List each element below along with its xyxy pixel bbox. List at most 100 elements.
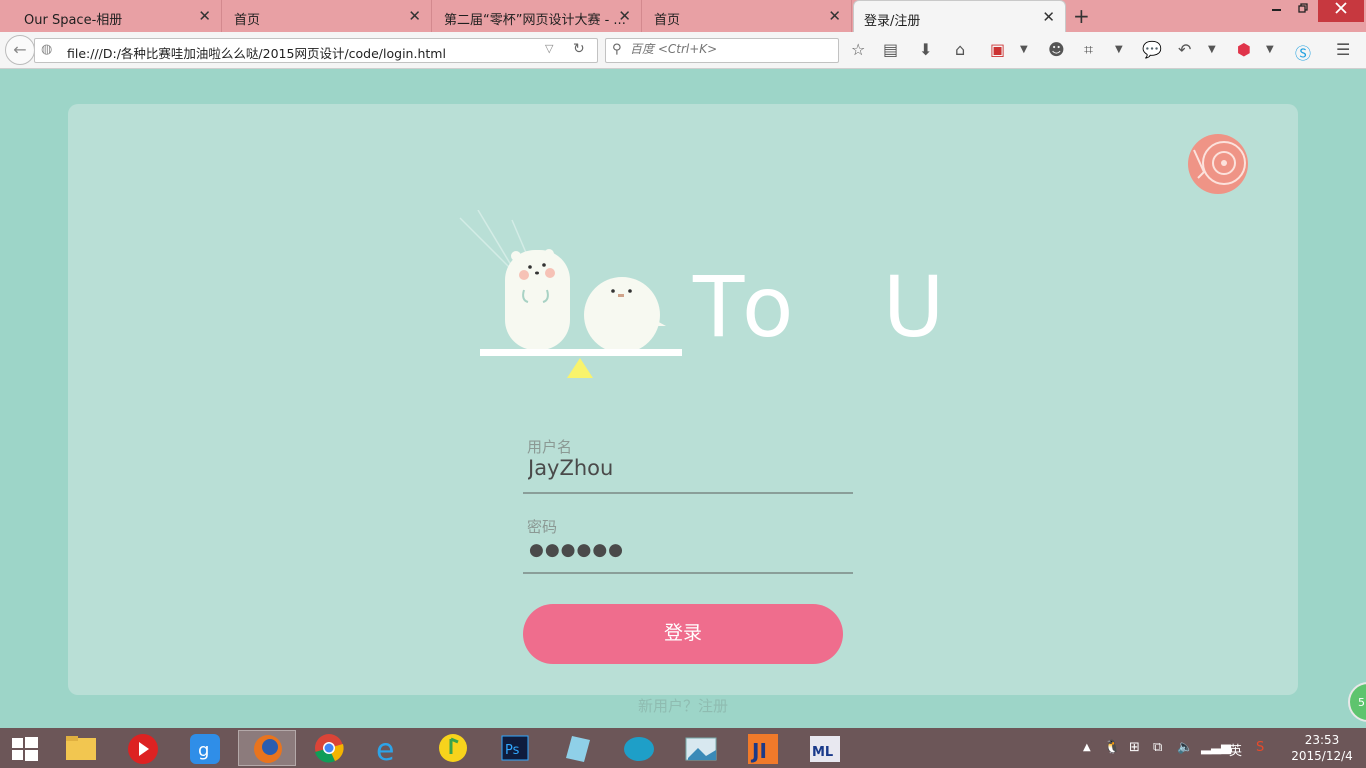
windows-logo-icon (12, 737, 38, 761)
image-viewer-taskbar[interactable] (672, 730, 730, 766)
tab-our-space[interactable]: Our Space-相册 ✕ (0, 0, 222, 32)
tab-close-icon[interactable]: ✕ (1042, 8, 1055, 26)
tab-title: 首页 (654, 13, 681, 28)
username-field[interactable]: 用户名 (523, 436, 853, 494)
svg-text:g: g (198, 740, 209, 761)
crop-dropdown-icon[interactable]: ▼ (1115, 44, 1123, 55)
baidu-taskbar[interactable]: g (176, 730, 234, 766)
photoshop-icon: Ps (501, 735, 529, 761)
browser-app-taskbar[interactable] (610, 730, 668, 766)
red-addon-dropdown-icon[interactable]: ▼ (1266, 44, 1274, 55)
volume-icon[interactable]: 🔈 (1177, 740, 1193, 755)
svg-text:ML: ML (812, 745, 833, 760)
reload-icon[interactable]: ↻ (573, 41, 585, 57)
system-clock[interactable]: 23:53 2015/12/4 (1290, 732, 1354, 764)
firefox-taskbar[interactable] (238, 730, 296, 766)
password-input[interactable]: ●●●●●● (529, 540, 624, 560)
intellij-icon: JI (748, 734, 778, 764)
qq-music-taskbar[interactable] (424, 730, 482, 766)
windows-tray-icon[interactable]: ⊞ (1129, 740, 1140, 755)
photoshop-taskbar[interactable]: Ps (486, 730, 544, 766)
smiley-icon[interactable]: ☻ (1048, 40, 1065, 59)
floating-badge[interactable]: 51 (1348, 682, 1366, 722)
start-button[interactable] (12, 737, 38, 765)
media-app-taskbar[interactable]: ML (796, 730, 854, 766)
restore-button[interactable] (1290, 0, 1316, 22)
firefox-icon (254, 735, 282, 763)
search-box[interactable]: ⚲ (605, 38, 839, 63)
tab-login-register[interactable]: 登录/注册 ✕ (853, 0, 1066, 32)
svg-text:e: e (376, 733, 394, 766)
music-button[interactable] (1188, 134, 1248, 194)
tab-title: 第二届“零杯”网页设计大赛 - ... (444, 13, 626, 28)
url-dropdown-icon[interactable]: ▽ (545, 42, 553, 55)
tab-home-2[interactable]: 首页 ✕ (642, 0, 852, 32)
sogou-ime-icon[interactable]: S (1256, 740, 1264, 755)
reading-list-icon[interactable]: ▤ (883, 40, 898, 59)
tab-close-icon[interactable]: ✕ (198, 7, 211, 25)
baidu-app-icon: g (190, 734, 220, 764)
crop-icon[interactable]: ⌗ (1084, 40, 1093, 60)
username-label: 用户名 (527, 438, 573, 456)
back-button[interactable]: ← (5, 35, 35, 65)
music-player-taskbar[interactable] (114, 730, 172, 766)
url-text: file:///D:/各种比赛哇加油啦么么哒/2015网页设计/code/log… (67, 46, 446, 61)
logo-title: To U (693, 258, 957, 356)
home-icon[interactable]: ⌂ (955, 40, 965, 59)
qq-music-icon (439, 734, 467, 762)
new-tab-button[interactable]: + (1073, 4, 1090, 28)
vinyl-record-icon (1193, 141, 1246, 185)
bookmark-star-icon[interactable]: ☆ (851, 40, 865, 59)
intellij-taskbar[interactable]: JI (734, 730, 792, 766)
tab-close-icon[interactable]: ✕ (618, 7, 631, 25)
password-field[interactable]: 密码 ●●●●●● (523, 516, 853, 574)
back-arrow-icon: ← (13, 40, 27, 59)
tab-home-1[interactable]: 首页 ✕ (222, 0, 432, 32)
chat-bubble-icon[interactable]: 💬 (1142, 40, 1162, 59)
menu-icon[interactable]: ☰ (1336, 40, 1350, 59)
bear-illustration (459, 210, 570, 350)
chrome-icon (315, 734, 344, 763)
username-input[interactable] (528, 456, 838, 480)
blue-app-icon (624, 737, 654, 761)
login-button[interactable]: 登录 (523, 604, 843, 664)
file-explorer-taskbar[interactable] (52, 730, 110, 766)
network-adapter-icon[interactable]: ⧉ (1153, 740, 1162, 755)
search-input[interactable] (630, 42, 830, 56)
svg-text:JI: JI (750, 739, 767, 763)
music-player-icon (128, 734, 158, 764)
screenshot-addon-icon[interactable]: ▣ (990, 40, 1005, 59)
clock-time: 23:53 (1304, 733, 1340, 747)
tray-expand-icon[interactable]: ▲ (1083, 742, 1091, 753)
tab-close-icon[interactable]: ✕ (408, 7, 421, 25)
seesaw-pivot (567, 358, 593, 378)
url-bar[interactable]: ◍ file:///D:/各种比赛哇加油啦么么哒/2015网页设计/code/l… (34, 38, 598, 63)
search-icon: ⚲ (612, 42, 622, 57)
signal-icon[interactable]: ▂▃▅ (1201, 740, 1231, 755)
seal-illustration (584, 277, 666, 353)
seesaw-plank (480, 349, 682, 356)
password-label: 密码 (527, 518, 558, 536)
ime-indicator[interactable]: 英 (1229, 740, 1242, 759)
addon-dropdown-icon[interactable]: ▼ (1020, 44, 1028, 55)
picture-icon (685, 737, 717, 761)
close-window-button[interactable] (1318, 0, 1364, 22)
skype-icon[interactable]: Ⓢ (1295, 40, 1311, 64)
tab-title: 首页 (234, 13, 261, 28)
tab-close-icon[interactable]: ✕ (828, 7, 841, 25)
tab-competition[interactable]: 第二届“零杯”网页设计大赛 - ... ✕ (432, 0, 642, 32)
media-icon: ML (810, 736, 840, 762)
chrome-taskbar[interactable] (300, 730, 358, 766)
qq-tray-icon[interactable]: 🐧 (1104, 740, 1120, 755)
internet-explorer-taskbar[interactable]: e (362, 730, 420, 768)
register-link[interactable]: 新用户？注册 (0, 695, 1366, 716)
globe-icon: ◍ (41, 42, 53, 57)
download-icon[interactable]: ⬇ (919, 40, 932, 59)
notes-app-taskbar[interactable] (548, 730, 606, 766)
red-addon-icon[interactable]: ⬢ (1237, 40, 1251, 59)
undo-dropdown-icon[interactable]: ▼ (1208, 44, 1216, 55)
minimize-button[interactable] (1264, 0, 1290, 22)
tab-title: 登录/注册 (864, 14, 921, 29)
undo-icon[interactable]: ↶ (1178, 40, 1191, 59)
tab-title: Our Space-相册 (24, 13, 123, 28)
